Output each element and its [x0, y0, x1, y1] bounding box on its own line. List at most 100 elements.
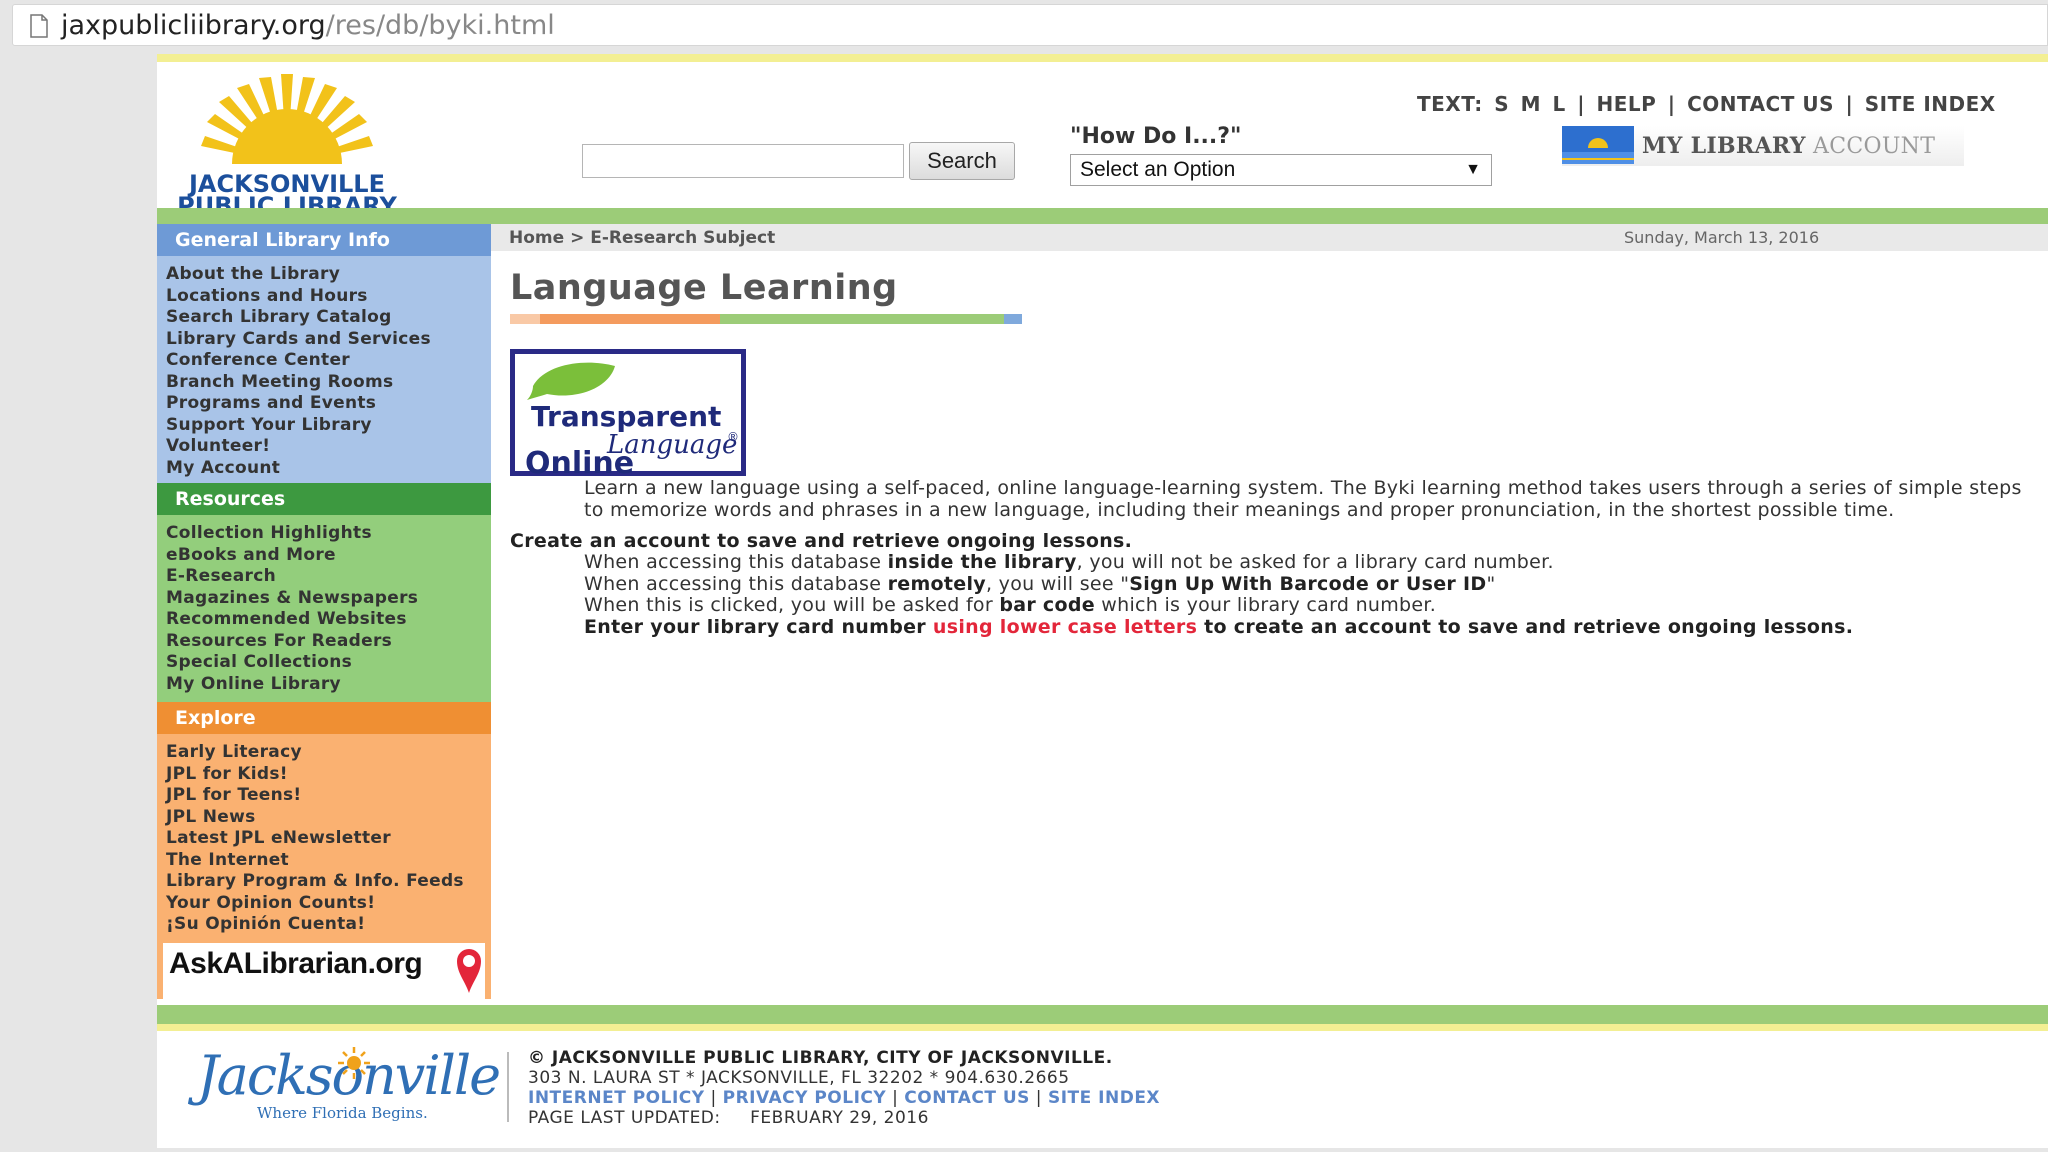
ask-a-librarian-banner[interactable]: AskALibrarian.org	[157, 943, 491, 999]
sidebar-link[interactable]: About the Library	[166, 264, 491, 286]
url-text: jaxpublicliibrary.org/res/db/byki.html	[61, 10, 555, 41]
sidebar-link[interactable]: Special Collections	[166, 652, 491, 674]
header-divider	[157, 208, 2048, 224]
sidebar-link[interactable]: My Online Library	[166, 674, 491, 696]
internet-policy-link[interactable]: INTERNET POLICY	[528, 1088, 705, 1108]
intro-paragraph: Learn a new language using a self-paced,…	[584, 477, 2022, 521]
sidebar-link[interactable]: Volunteer!	[166, 436, 491, 458]
sun-icon	[338, 1047, 370, 1079]
text-size-label: TEXT:	[1417, 92, 1483, 116]
sidebar-link[interactable]: Resources For Readers	[166, 631, 491, 653]
page-title: Language Learning	[510, 268, 898, 308]
transparent-language-logo[interactable]: Transparent Language ® Online	[510, 349, 746, 481]
address: 303 N. LAURA ST * JACKSONVILLE, FL 32202…	[528, 1068, 1070, 1088]
text-size-small[interactable]: S	[1494, 92, 1509, 116]
tl-logo-line3: Online	[525, 446, 635, 481]
general-library-info-section: General Library Info About the Library L…	[157, 224, 491, 483]
how-do-i-select[interactable]: Select an Option ▼	[1070, 154, 1492, 186]
text-bold: Enter your library card number	[584, 615, 933, 638]
text-bold: Sign Up With Barcode or User ID	[1129, 572, 1487, 595]
sidebar-link[interactable]: ¡Su Opinión Cuenta!	[166, 914, 491, 936]
dropdown-arrow-icon: ▼	[1465, 161, 1481, 178]
sidebar-link[interactable]: Support Your Library	[166, 415, 491, 437]
sidebar-link[interactable]: Search Library Catalog	[166, 307, 491, 329]
separator: |	[1577, 92, 1586, 116]
section-links: Collection Highlights eBooks and More E-…	[157, 515, 491, 702]
sidebar-link[interactable]: My Account	[166, 458, 491, 480]
jax-logo-tagline: Where Florida Begins.	[257, 1104, 428, 1122]
sidebar-link[interactable]: The Internet	[166, 850, 491, 872]
sidebar-link[interactable]: Library Program & Info. Feeds	[166, 871, 491, 893]
site-index-link[interactable]: SITE INDEX	[1865, 92, 1996, 116]
search-button[interactable]: Search	[909, 142, 1015, 180]
create-account-heading: Create an account to save and retrieve o…	[510, 530, 1133, 552]
top-stripe	[157, 54, 2048, 62]
sidebar-link[interactable]: Early Literacy	[166, 742, 491, 764]
text-size-large[interactable]: L	[1553, 92, 1566, 116]
breadcrumb-current[interactable]: E-Research Subject	[590, 228, 775, 248]
sidebar-link[interactable]: Library Cards and Services	[166, 329, 491, 351]
help-link[interactable]: HELP	[1597, 92, 1657, 116]
section-heading: Resources	[157, 483, 491, 515]
separator: |	[1667, 92, 1676, 116]
ask-a-librarian-label: AskALibrarian.org	[169, 947, 423, 980]
sidebar-link[interactable]: JPL News	[166, 807, 491, 829]
sun-icon	[201, 74, 373, 164]
breadcrumb-bar: Home > E-Research Subject Sunday, March …	[491, 224, 2048, 251]
library-account-icon	[1562, 126, 1634, 164]
section-links: About the Library Locations and Hours Se…	[157, 256, 491, 483]
separator: |	[1029, 1088, 1048, 1108]
breadcrumb-home[interactable]: Home	[509, 228, 564, 248]
separator: |	[886, 1088, 905, 1108]
section-heading: General Library Info	[157, 224, 491, 256]
contact-us-link[interactable]: CONTACT US	[904, 1088, 1030, 1108]
sidebar-link[interactable]: Magazines & Newspapers	[166, 588, 491, 610]
footer-separator	[507, 1052, 509, 1122]
web-page: JACKSONVILLE PUBLIC LIBRARY Search "How …	[157, 54, 2048, 1148]
text-bold: to create an account to save and retriev…	[1197, 615, 1854, 638]
breadcrumb-separator: >	[564, 228, 591, 248]
sidebar-link[interactable]: Latest JPL eNewsletter	[166, 828, 491, 850]
map-pin-icon	[457, 949, 481, 993]
separator: |	[1845, 92, 1854, 116]
select-value: Select an Option	[1080, 158, 1236, 181]
sidebar-link[interactable]: Programs and Events	[166, 393, 491, 415]
text: , you will not be asked for a library ca…	[1076, 551, 1554, 573]
title-underline	[510, 314, 1022, 324]
sidebar-link[interactable]: Conference Center	[166, 350, 491, 372]
sidebar-link[interactable]: E-Research	[166, 566, 491, 588]
separator: |	[704, 1088, 723, 1108]
text: When accessing this database	[584, 572, 888, 595]
address-bar[interactable]: jaxpublicliibrary.org/res/db/byki.html	[12, 4, 2048, 46]
sidebar-link[interactable]: Your Opinion Counts!	[166, 893, 491, 915]
speech-leaf-icon	[527, 362, 615, 400]
sidebar-link[interactable]: eBooks and More	[166, 545, 491, 567]
page-icon	[30, 14, 48, 38]
sidebar-link[interactable]: Branch Meeting Rooms	[166, 372, 491, 394]
current-date: Sunday, March 13, 2016	[1624, 228, 1820, 247]
sidebar-link[interactable]: Collection Highlights	[166, 523, 491, 545]
url-host: jaxpublicliibrary.org	[61, 10, 326, 41]
search-input[interactable]	[582, 144, 904, 178]
sidebar-link[interactable]: Recommended Websites	[166, 609, 491, 631]
account-label-bold: MY LIBRARY	[1642, 133, 1806, 159]
sidebar-link[interactable]: JPL for Teens!	[166, 785, 491, 807]
my-library-account-label: MY LIBRARY ACCOUNT	[1642, 133, 1935, 159]
updated-date: FEBRUARY 29, 2016	[750, 1108, 929, 1128]
footer-text: © JACKSONVILLE PUBLIC LIBRARY, CITY OF J…	[528, 1048, 1160, 1128]
instruction-line: Enter your library card number using low…	[584, 615, 2030, 639]
sidebar-link[interactable]: Locations and Hours	[166, 286, 491, 308]
my-library-account-button[interactable]: MY LIBRARY ACCOUNT	[1562, 126, 1964, 166]
sidebar: General Library Info About the Library L…	[157, 224, 491, 999]
section-heading: Explore	[157, 702, 491, 734]
jacksonville-logo[interactable]: Jacksonville Where Florida Begins.	[197, 1044, 501, 1134]
site-index-link[interactable]: SITE INDEX	[1048, 1088, 1160, 1108]
privacy-policy-link[interactable]: PRIVACY POLICY	[723, 1088, 887, 1108]
instruction-line: When accessing this database inside the …	[584, 551, 2030, 574]
text-size-medium[interactable]: M	[1521, 92, 1541, 116]
footer-stripe	[157, 1024, 2048, 1031]
sidebar-link[interactable]: JPL for Kids!	[166, 764, 491, 786]
contact-us-link[interactable]: CONTACT US	[1687, 92, 1834, 116]
text-bold: inside the library	[887, 551, 1077, 573]
text-red: using lower case letters	[932, 615, 1198, 638]
